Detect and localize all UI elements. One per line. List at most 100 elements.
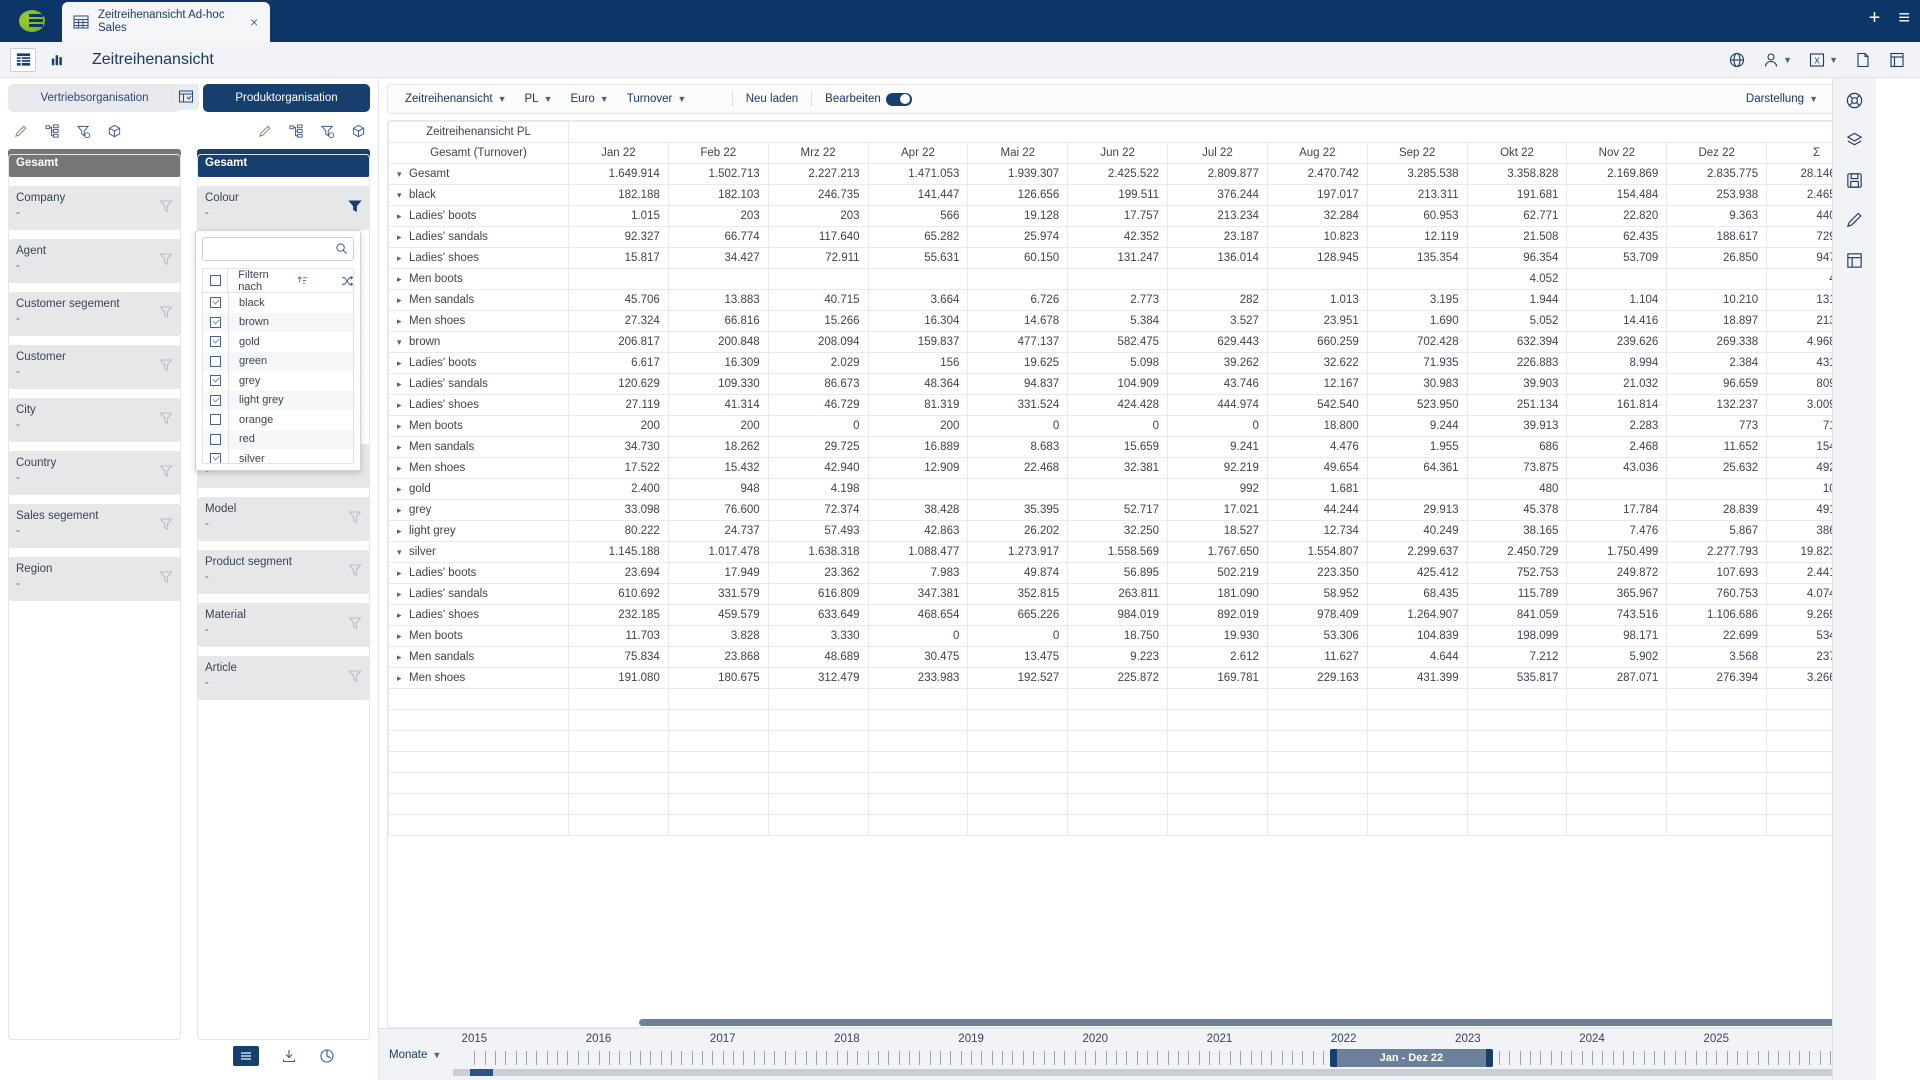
value-cell[interactable]: 2.425.522 — [1067, 163, 1169, 185]
value-cell[interactable]: 9.244 — [1366, 415, 1468, 437]
value-cell[interactable]: 27.324 — [568, 310, 669, 332]
colour-option-row[interactable]: black — [203, 293, 353, 313]
row-label-cell[interactable]: ▸ Ladies' shoes — [388, 394, 569, 416]
pivot-table-container[interactable]: Zeitreihenansicht PL Gesamt (Turnover) Ja… — [387, 120, 1868, 1028]
value-cell[interactable]: 226.883 — [1466, 352, 1568, 374]
value-cell[interactable] — [1666, 268, 1768, 290]
value-cell[interactable]: 0 — [867, 625, 969, 647]
value-cell[interactable]: 232.185 — [568, 604, 669, 626]
value-cell[interactable]: 92.219 — [1167, 457, 1268, 479]
value-cell[interactable] — [1366, 478, 1468, 500]
lifebuoy-icon[interactable] — [1842, 88, 1868, 112]
value-cell[interactable]: 191.681 — [1466, 184, 1568, 206]
value-cell[interactable]: 48.364 — [867, 373, 969, 395]
table-row[interactable]: ▸ Men boots 11.703 3.828 3.330 0 0 18.750 19.930… — [388, 625, 1867, 647]
row-label-cell[interactable]: ▸ grey — [388, 499, 569, 521]
column-header[interactable]: Nov 22 — [1566, 142, 1668, 164]
value-cell[interactable]: 948 — [667, 478, 769, 500]
value-cell[interactable]: 7.212 — [1466, 646, 1568, 668]
value-cell[interactable]: 200 — [867, 415, 969, 437]
value-cell[interactable]: 128.945 — [1266, 247, 1368, 269]
expand-chevron-icon[interactable]: ▾ — [397, 169, 409, 180]
value-cell[interactable]: 81.319 — [867, 394, 969, 416]
value-cell[interactable]: 1.088.477 — [867, 541, 969, 563]
row-label-cell[interactable]: ▸ Men sandals — [388, 646, 569, 668]
value-cell[interactable]: 115.789 — [1466, 583, 1568, 605]
value-cell[interactable]: 117.640 — [767, 226, 869, 248]
value-cell[interactable]: 610.692 — [568, 583, 669, 605]
value-cell[interactable]: 331.524 — [967, 394, 1069, 416]
edit-toggle[interactable]: Bearbeiten — [816, 92, 921, 106]
value-cell[interactable]: 73.875 — [1466, 457, 1568, 479]
value-cell[interactable]: 29.725 — [767, 436, 869, 458]
value-cell[interactable]: 632.394 — [1466, 331, 1568, 353]
table-row[interactable]: ▸Men boots4.0524.052 — [388, 268, 1867, 290]
value-cell[interactable]: 65.282 — [867, 226, 969, 248]
excel-icon[interactable]: X ▼ — [1808, 51, 1838, 69]
value-cell[interactable]: 3.330 — [767, 625, 869, 647]
value-cell[interactable]: 15.266 — [767, 310, 869, 332]
value-cell[interactable] — [867, 268, 969, 290]
value-cell[interactable] — [1067, 268, 1169, 290]
row-label-cell[interactable]: ▾ Gesamt — [388, 163, 569, 185]
value-cell[interactable]: 39.913 — [1466, 415, 1568, 437]
value-cell[interactable]: 26.202 — [967, 520, 1069, 542]
value-cell[interactable]: 1.554.807 — [1266, 541, 1368, 563]
value-cell[interactable]: 233.983 — [867, 667, 969, 689]
value-cell[interactable]: 1.104 — [1566, 289, 1668, 311]
value-cell[interactable]: 66.816 — [667, 310, 769, 332]
value-cell[interactable]: 19.930 — [1167, 625, 1268, 647]
colour-option-checkbox[interactable] — [203, 390, 229, 410]
value-cell[interactable]: 38.165 — [1466, 520, 1568, 542]
value-cell[interactable]: 5.902 — [1566, 646, 1668, 668]
cube-icon[interactable] — [351, 124, 366, 139]
tab-produktorganisation[interactable]: Produktorganisation — [203, 84, 370, 112]
row-label-cell[interactable]: ▸ Men boots — [388, 625, 569, 647]
table-row[interactable]: ▸ Ladies' shoes 27.119 41.314 46.729 81.319 33… — [388, 394, 1867, 416]
column-header[interactable]: Jul 22 — [1167, 142, 1268, 164]
toolbar-dropdown-0[interactable]: Zeitreihenansicht ▼ — [396, 93, 516, 105]
value-cell[interactable]: 188.617 — [1666, 226, 1768, 248]
value-cell[interactable]: 71.935 — [1366, 352, 1468, 374]
value-cell[interactable]: 3.285.538 — [1366, 163, 1468, 185]
value-cell[interactable]: 200 — [568, 415, 669, 437]
value-cell[interactable]: 66.774 — [667, 226, 769, 248]
value-cell[interactable]: 5.384 — [1067, 310, 1169, 332]
value-cell[interactable]: 132.237 — [1666, 394, 1768, 416]
value-cell[interactable]: 25.632 — [1666, 457, 1768, 479]
select-all-checkbox[interactable] — [203, 269, 229, 292]
value-cell[interactable]: 0 — [967, 415, 1069, 437]
value-cell[interactable] — [867, 478, 969, 500]
value-cell[interactable]: 4.644 — [1366, 646, 1468, 668]
value-cell[interactable]: 4.198 — [767, 478, 869, 500]
shuffle-icon[interactable] — [341, 275, 353, 287]
value-cell[interactable]: 6.726 — [967, 289, 1069, 311]
value-cell[interactable]: 39.903 — [1466, 373, 1568, 395]
tab-vertriebsorganisation[interactable]: Vertriebsorganisation — [8, 84, 181, 112]
dimension-card[interactable]: Region - — [8, 557, 181, 601]
colour-option-row[interactable]: red — [203, 429, 353, 449]
value-cell[interactable] — [1067, 478, 1169, 500]
table-row[interactable]: ▸gold2.4009484.1989921.68148010.698 — [388, 478, 1867, 500]
globe-icon[interactable] — [1728, 51, 1746, 69]
value-cell[interactable]: 42.863 — [867, 520, 969, 542]
value-cell[interactable]: 21.508 — [1466, 226, 1568, 248]
value-cell[interactable]: 263.811 — [1067, 583, 1169, 605]
dimension-card[interactable]: Article - — [197, 656, 370, 700]
value-cell[interactable]: 23.362 — [767, 562, 869, 584]
value-cell[interactable]: 191.080 — [568, 667, 669, 689]
value-cell[interactable]: 96.354 — [1466, 247, 1568, 269]
pencil-icon[interactable] — [258, 124, 273, 139]
hierarchy-icon[interactable] — [45, 123, 60, 139]
value-cell[interactable]: 206.817 — [568, 331, 669, 353]
dimension-card[interactable]: Company - — [8, 186, 181, 230]
value-cell[interactable]: 198.099 — [1466, 625, 1568, 647]
value-cell[interactable]: 203 — [767, 205, 869, 227]
colour-option-row[interactable]: brown — [203, 312, 353, 332]
value-cell[interactable]: 251.134 — [1466, 394, 1568, 416]
value-cell[interactable]: 34.730 — [568, 436, 669, 458]
row-label-cell[interactable]: ▾ black — [388, 184, 569, 206]
row-label-cell[interactable]: ▸ Men sandals — [388, 289, 569, 311]
edit-toggle-switch[interactable] — [885, 92, 912, 106]
row-label-cell[interactable]: ▸ Ladies' boots — [388, 562, 569, 584]
